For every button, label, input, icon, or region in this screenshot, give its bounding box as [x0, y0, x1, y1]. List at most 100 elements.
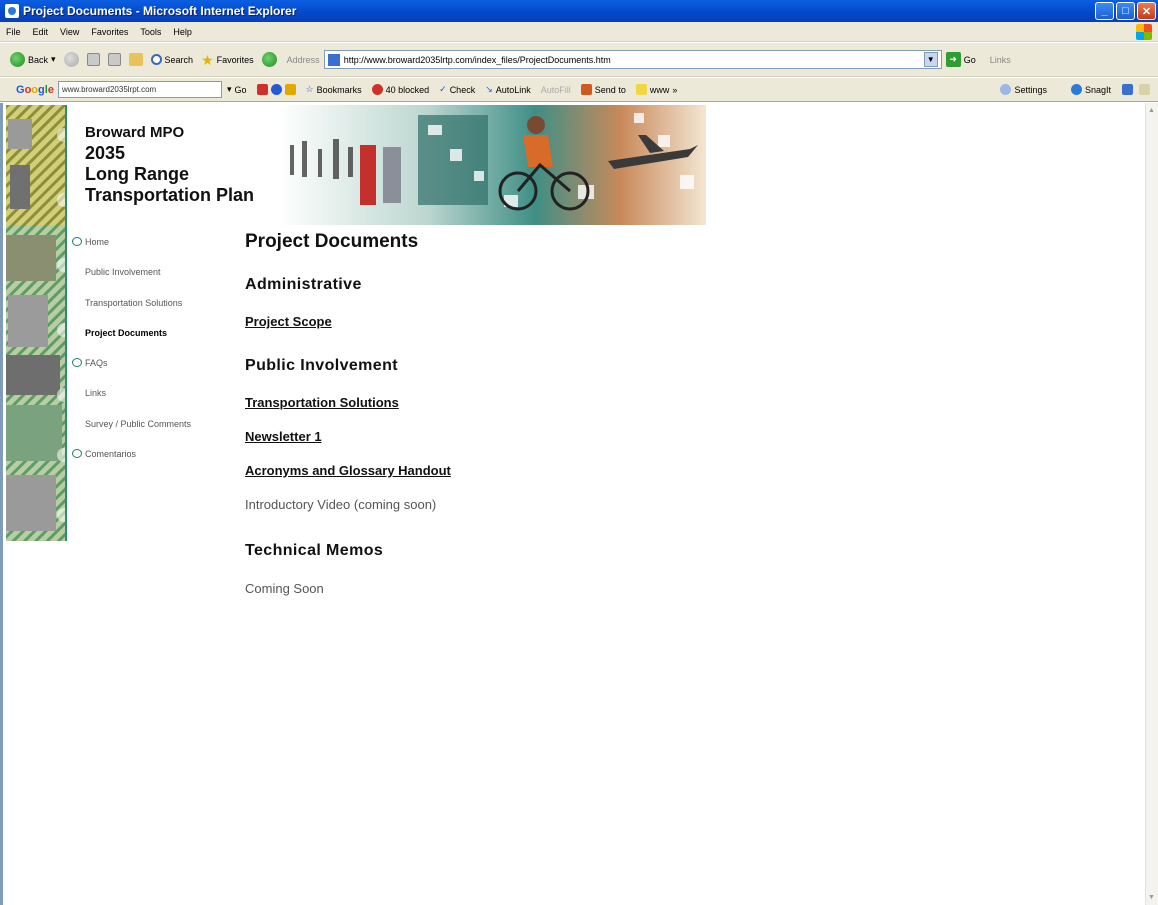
address-bar[interactable]: http://www.broward2035lrtp.com/index_fil… — [323, 50, 942, 69]
menu-view[interactable]: View — [54, 27, 85, 37]
section-heading-administrative: Administrative — [245, 276, 362, 293]
autolink-label: AutoLink — [495, 84, 531, 95]
puzzle-strip-image — [6, 105, 71, 541]
highlight-button[interactable]: www » — [631, 84, 683, 95]
popup-blocker-button[interactable]: 40 blocked — [367, 84, 435, 95]
scroll-up-icon[interactable]: ▲ — [1148, 107, 1156, 114]
snagit-capture-icon[interactable] — [1122, 84, 1133, 95]
standard-toolbar: Back ▾ Search ★ Favorites Address http:/… — [0, 43, 1158, 77]
settings-label: Settings — [1014, 84, 1047, 95]
address-value: http://www.broward2035lrtp.com/index_fil… — [343, 54, 611, 65]
more-icon: » — [672, 84, 678, 95]
site-title-line-4: Transportation Plan — [85, 185, 255, 205]
go-arrow-icon: ➜ — [945, 52, 961, 67]
nav-item-public-involvement[interactable]: Public Involvement — [85, 265, 191, 295]
puzzle-bullet-icon — [72, 237, 82, 246]
send-icon — [580, 84, 592, 95]
settings-button[interactable]: Settings — [995, 84, 1052, 95]
forward-button[interactable] — [60, 52, 83, 67]
window-title: Project Documents - Microsoft Internet E… — [23, 4, 297, 18]
chevron-down-icon: ▾ — [51, 54, 56, 64]
nav-label: Comentarios — [85, 449, 137, 460]
doc-link-newsletter-1[interactable]: Newsletter 1 — [245, 429, 322, 444]
menu-help[interactable]: Help — [167, 27, 198, 37]
google-toolbar-right: Settings SnagIt — [995, 84, 1158, 95]
main-content: Project Documents Administrative Project… — [245, 231, 451, 596]
nav-item-transportation-solutions[interactable]: Transportation Solutions — [85, 296, 191, 326]
autofill-button[interactable]: AutoFill — [536, 85, 576, 95]
maximize-button[interactable]: □ — [1116, 2, 1135, 20]
google-go-button[interactable]: ▾ Go — [222, 84, 252, 95]
vertical-scrollbar[interactable]: ▲ ▼ — [1145, 103, 1158, 905]
menu-favorites[interactable]: Favorites — [85, 27, 134, 37]
google-extra-icons[interactable] — [252, 84, 301, 95]
close-button[interactable]: ✕ — [1137, 2, 1156, 20]
snagit-window-icon[interactable] — [1139, 84, 1150, 95]
bookmarks-label: Bookmarks — [316, 84, 362, 95]
search-button[interactable]: Search — [147, 54, 198, 65]
nav-label: Public Involvement — [85, 267, 161, 278]
nav-item-links[interactable]: Links — [85, 386, 191, 416]
site-title-line-3: Long Range — [85, 164, 189, 184]
menu-file[interactable]: File — [0, 27, 27, 37]
nav-item-project-documents[interactable]: Project Documents — [85, 326, 191, 356]
page-info-icon — [284, 84, 296, 95]
minimize-button[interactable]: _ — [1095, 2, 1114, 20]
stop-icon — [86, 53, 100, 66]
nav-label: Links — [85, 388, 107, 399]
spellcheck-button[interactable]: ✓ Check — [434, 84, 480, 95]
highlighter-icon — [635, 84, 647, 95]
google-search-value: www.broward2035lrpt.com — [61, 85, 157, 94]
google-logo: Google — [16, 83, 54, 96]
sendto-button[interactable]: Send to — [576, 84, 631, 95]
back-button[interactable]: Back ▾ — [6, 52, 60, 67]
back-arrow-icon — [10, 52, 25, 67]
nav-label: Transportation Solutions — [85, 297, 183, 308]
ie-icon — [5, 4, 19, 18]
go-label: Go — [963, 54, 976, 65]
window-controls: _ □ ✕ — [1095, 2, 1156, 20]
forward-arrow-icon — [63, 52, 79, 67]
stop-button[interactable] — [83, 53, 104, 66]
search-label: Search — [164, 54, 194, 65]
puzzle-bullet-icon — [72, 449, 82, 459]
favorites-button[interactable]: ★ Favorites — [197, 53, 258, 67]
star-icon: ★ — [201, 51, 214, 68]
snagit-button[interactable]: SnagIt — [1066, 84, 1116, 95]
address-dropdown-icon[interactable]: ▼ — [923, 52, 938, 67]
doc-link-project-scope[interactable]: Project Scope — [245, 314, 332, 329]
menu-tools[interactable]: Tools — [134, 27, 167, 37]
autofill-label: AutoFill — [540, 84, 571, 95]
blocked-label: 40 blocked — [385, 84, 430, 95]
media-icon — [261, 52, 277, 67]
doc-link-acronyms-glossary[interactable]: Acronyms and Glossary Handout — [245, 463, 451, 478]
doc-item-introductory-video: Introductory Video (coming soon) — [245, 497, 437, 512]
media-button[interactable] — [258, 52, 281, 67]
globe-icon — [270, 84, 282, 95]
autolink-button[interactable]: ↘ AutoLink — [480, 84, 536, 95]
nav-label: FAQs — [85, 358, 108, 369]
puzzle-bullet-icon — [72, 358, 82, 368]
windows-logo-icon — [1136, 24, 1152, 40]
settings-icon — [1000, 84, 1012, 95]
nav-item-survey[interactable]: Survey / Public Comments — [85, 417, 191, 447]
refresh-button[interactable] — [104, 53, 125, 66]
snagit-icon — [1070, 84, 1082, 95]
nav-label: Home — [85, 237, 110, 247]
bookmarks-button[interactable]: ☆ Bookmarks — [301, 84, 367, 95]
links-button[interactable]: Links — [990, 55, 1011, 65]
nav-item-faqs[interactable]: FAQs — [72, 356, 191, 386]
google-search-input[interactable]: www.broward2035lrpt.com — [57, 81, 222, 98]
nav-item-home[interactable]: Home — [72, 235, 191, 265]
doc-link-transportation-solutions[interactable]: Transportation Solutions — [245, 395, 399, 410]
menu-edit[interactable]: Edit — [27, 27, 55, 37]
home-icon — [128, 53, 143, 66]
nav-item-comentarios[interactable]: Comentarios — [72, 447, 191, 477]
go-button[interactable]: ➜ Go — [945, 52, 976, 67]
home-button[interactable] — [125, 53, 147, 66]
window-title-bar[interactable]: Project Documents - Microsoft Internet E… — [0, 0, 1158, 22]
google-go-label: Go — [234, 84, 247, 95]
nav-label: Survey / Public Comments — [85, 418, 192, 429]
site-title: Broward MPO 2035 Long Range Transportati… — [85, 122, 254, 206]
scroll-down-icon[interactable]: ▼ — [1148, 894, 1156, 901]
